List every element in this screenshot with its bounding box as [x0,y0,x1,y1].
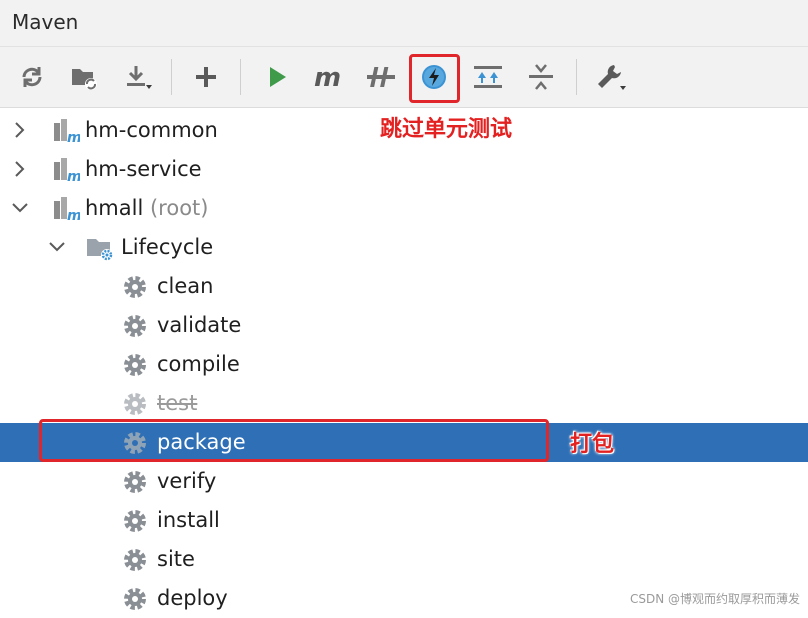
tree-row-hm-service[interactable]: m hm-service [0,150,808,189]
project-name: hmall [85,196,144,220]
run-icon [270,67,286,87]
maven-module-icon: m [54,119,80,145]
collapse-all-icon [529,64,553,90]
project-name: hm-common [85,118,218,142]
root-suffix: (root) [143,196,209,220]
svg-text:m: m [67,169,80,184]
goal-label: deploy [157,586,228,610]
tree-row-goal-install[interactable]: install [0,501,808,540]
execute-goal-icon: m [314,64,341,90]
tree-row-lifecycle[interactable]: Lifecycle [0,228,808,267]
gear-icon [124,315,146,337]
lifecycle-folder-icon [87,239,113,261]
gear-icon [124,354,146,376]
generate-sources-icon [72,69,97,90]
maven-project-tree: m hm-common m hm-service m hmall (root) [0,108,808,613]
tool-window-title: Maven [12,10,79,34]
goal-label: validate [157,313,242,337]
add-icon [196,67,216,87]
chevron-right-icon[interactable] [10,120,30,140]
project-label: hmall (root) [85,196,208,220]
project-name: hm-service [85,157,202,181]
download-button[interactable] [120,59,156,95]
goal-label-skipped: test [157,391,198,415]
tree-row-goal-site[interactable]: site [0,540,808,579]
package-annotation: 打包 [570,432,615,457]
svg-text:m: m [67,208,80,223]
goal-label: verify [157,469,217,493]
svg-text:m: m [314,64,341,90]
generate-sources-button[interactable] [66,59,102,95]
tree-row-goal-clean[interactable]: clean [0,267,808,306]
gear-icon [124,276,146,298]
tree-row-hmall[interactable]: m hmall (root) [0,189,808,228]
chevron-down-icon[interactable] [47,237,67,257]
toggle-offline-icon [367,67,395,87]
maven-module-icon: m [54,197,80,223]
settings-wrench-icon [598,65,626,90]
settings-button[interactable] [593,59,629,95]
goal-label: site [157,547,195,571]
tree-row-goal-package[interactable]: package [0,423,808,462]
tree-row-goal-validate[interactable]: validate [0,306,808,345]
goal-label: install [157,508,220,532]
gear-icon [124,432,146,454]
goal-label: compile [157,352,240,376]
maven-toolbar: m [0,47,808,108]
reload-icon [22,67,42,87]
gear-icon [124,471,146,493]
download-icon [127,66,152,89]
gear-icon [124,588,146,610]
tree-row-goal-test[interactable]: test [0,384,808,423]
skip-tests-button[interactable] [416,59,452,95]
goal-label: clean [157,274,214,298]
lifecycle-label: Lifecycle [121,235,214,259]
goal-label: package [157,430,246,454]
tree-row-goal-verify[interactable]: verify [0,462,808,501]
reload-button[interactable] [14,59,50,95]
toolbar-separator [576,59,577,95]
execute-goal-button[interactable]: m [311,59,347,95]
tool-window-header: Maven [0,0,808,47]
run-button[interactable] [259,59,295,95]
maven-module-icon: m [54,158,80,184]
toggle-offline-button[interactable] [363,59,399,95]
svg-text:m: m [67,130,80,145]
skip-tests-icon [422,65,446,89]
tree-row-hm-common[interactable]: m hm-common [0,111,808,150]
expand-all-button[interactable] [470,59,506,95]
collapse-all-button[interactable] [523,59,559,95]
toolbar-separator [171,59,172,95]
gear-icon [124,393,146,415]
tree-row-goal-compile[interactable]: compile [0,345,808,384]
expand-all-icon [474,66,502,88]
toolbar-separator [240,59,241,95]
chevron-down-icon[interactable] [10,198,30,218]
gear-icon [124,549,146,571]
chevron-right-icon[interactable] [10,159,30,179]
watermark: CSDN @博观而约取厚积而薄发 [629,592,800,606]
add-button[interactable] [188,59,224,95]
gear-icon [124,510,146,532]
